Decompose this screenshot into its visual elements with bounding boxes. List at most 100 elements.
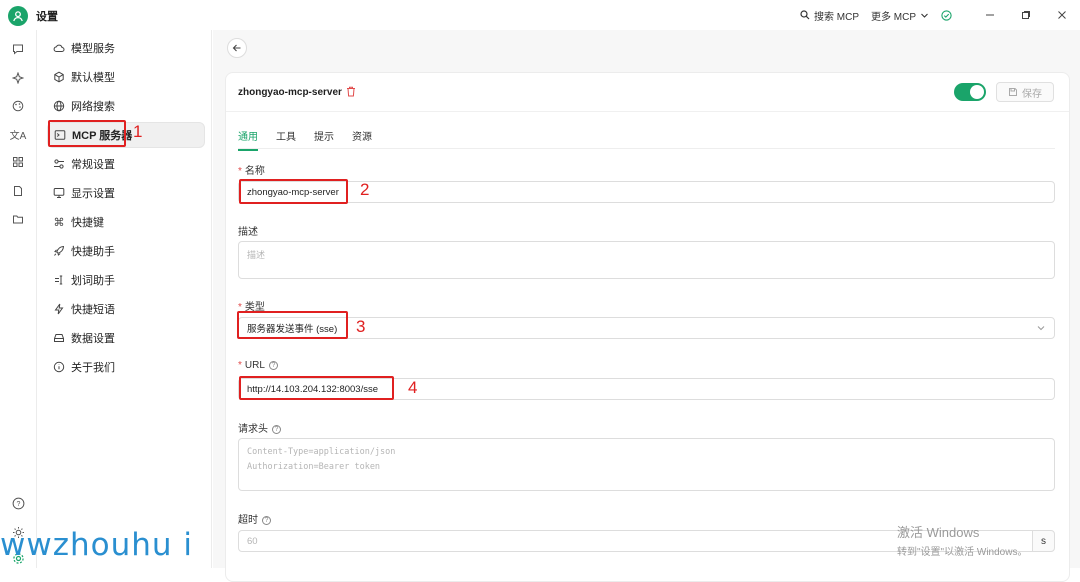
- file-icon[interactable]: [8, 181, 28, 201]
- sidebar-item-label: 常规设置: [71, 159, 115, 171]
- sidebar-item-label: MCP 服务器: [72, 130, 133, 142]
- maximize-button[interactable]: [1008, 0, 1044, 30]
- timeout-label-text: 超时: [238, 515, 258, 526]
- name-label-text: 名称: [244, 166, 265, 177]
- chevron-down-icon: [1037, 326, 1045, 331]
- tabs-divider: [238, 148, 1055, 149]
- url-input-value: http://14.103.204.132:8003/sse: [247, 383, 378, 395]
- windows-activation-notice: 激活 Windows 转到"设置"以激活 Windows。: [897, 522, 1027, 558]
- minimize-icon: [986, 14, 994, 16]
- search-mcp-label: 搜索 MCP: [814, 11, 859, 23]
- sidebar-item-label: 划词助手: [71, 275, 115, 287]
- restore-icon: [1022, 11, 1030, 19]
- sidebar-item-mcp-servers[interactable]: MCP 服务器: [47, 122, 205, 148]
- delete-server-icon[interactable]: [346, 86, 356, 100]
- activation-title: 激活 Windows: [897, 525, 980, 540]
- headers-label-text: 请求头: [238, 424, 268, 435]
- palette-icon[interactable]: [8, 96, 28, 116]
- terminal-icon: [54, 129, 66, 141]
- type-field-label: * 类型: [238, 298, 265, 313]
- select-text-icon: [53, 274, 65, 286]
- sidebar-item-label: 快捷助手: [71, 246, 115, 258]
- save-button[interactable]: 保存: [996, 82, 1054, 102]
- svg-text:?: ?: [16, 501, 20, 508]
- hard-drive-icon: [53, 332, 65, 344]
- cloud-icon: [53, 42, 65, 54]
- more-mcp-label: 更多 MCP: [871, 11, 916, 23]
- required-mark: *: [238, 302, 242, 313]
- folder-icon[interactable]: [8, 209, 28, 229]
- timeout-placeholder: 60: [247, 535, 258, 547]
- headers-textarea[interactable]: Content-Type=application/json Authorizat…: [238, 438, 1055, 491]
- sidebar-item-label: 网络搜索: [71, 101, 115, 113]
- sparkle-icon[interactable]: [8, 68, 28, 88]
- server-detail-card: zhongyao-mcp-server 保存 通用 工具 提示 资源 * 名称 z…: [225, 72, 1070, 582]
- monitor-icon: [53, 187, 65, 199]
- watermark-text: wwzhouhu i: [0, 527, 194, 563]
- help-icon[interactable]: ?: [262, 515, 271, 525]
- annotation-number: 1: [133, 122, 143, 141]
- url-input[interactable]: http://14.103.204.132:8003/sse: [238, 378, 1055, 400]
- sidebar-item-label: 快捷键: [71, 217, 104, 229]
- settings-sidebar: 模型服务 默认模型 网络搜索 MCP 服务器 常规设置 显示设置 ⌘ 快捷键 快…: [36, 30, 212, 568]
- more-mcp-button[interactable]: 更多 MCP: [865, 8, 935, 23]
- sidebar-item-quick-phrases[interactable]: 快捷短语: [47, 296, 205, 322]
- save-icon: [1009, 88, 1017, 96]
- sidebar-item-label: 关于我们: [71, 362, 115, 374]
- search-mcp-button[interactable]: 搜索 MCP: [794, 8, 865, 23]
- globe-icon: [53, 100, 65, 112]
- cube-icon: [53, 71, 65, 83]
- sidebar-item-display-settings[interactable]: 显示设置: [47, 180, 205, 206]
- sidebar-item-about[interactable]: 关于我们: [47, 354, 205, 380]
- rocket-icon: [53, 245, 65, 257]
- main-panel: zhongyao-mcp-server 保存 通用 工具 提示 资源 * 名称 z…: [213, 30, 1080, 582]
- sidebar-item-label: 默认模型: [71, 72, 115, 84]
- description-textarea[interactable]: 描述: [238, 241, 1055, 279]
- url-label-text: URL: [244, 360, 265, 371]
- sidebar-item-general-settings[interactable]: 常规设置: [47, 151, 205, 177]
- help-icon[interactable]: ?: [8, 493, 28, 513]
- close-button[interactable]: [1044, 0, 1080, 30]
- sidebar-item-web-search[interactable]: 网络搜索: [47, 93, 205, 119]
- annotation-number: 4: [408, 378, 418, 397]
- sidebar-item-shortcuts[interactable]: ⌘ 快捷键: [47, 209, 205, 235]
- required-mark: *: [238, 360, 242, 371]
- description-placeholder: 描述: [247, 250, 266, 260]
- info-icon: [53, 361, 65, 373]
- title-bar: 设置 搜索 MCP 更多 MCP: [0, 0, 1080, 30]
- command-icon: ⌘: [53, 216, 65, 229]
- timeout-field-label: 超时?: [238, 511, 271, 526]
- translate-icon[interactable]: 文A: [8, 124, 28, 144]
- status-check-button[interactable]: [935, 9, 958, 21]
- name-field-label: * 名称: [238, 162, 265, 177]
- sidebar-item-default-model[interactable]: 默认模型: [47, 64, 205, 90]
- apps-grid-icon[interactable]: [8, 152, 28, 172]
- server-name-title: zhongyao-mcp-server: [238, 87, 342, 98]
- user-avatar-icon[interactable]: [8, 6, 28, 26]
- sidebar-item-label: 显示设置: [71, 188, 115, 200]
- server-enabled-toggle[interactable]: [954, 83, 986, 101]
- minimize-button[interactable]: [972, 0, 1008, 30]
- type-label-text: 类型: [244, 302, 265, 313]
- required-mark: *: [238, 166, 242, 177]
- sidebar-item-quick-assistant[interactable]: 快捷助手: [47, 238, 205, 264]
- headers-placeholder-line: Content-Type=application/json: [247, 447, 396, 457]
- sidebar-item-data-settings[interactable]: 数据设置: [47, 325, 205, 351]
- back-button[interactable]: [227, 38, 247, 58]
- description-field-label: 描述: [238, 227, 258, 238]
- sidebar-item-label: 数据设置: [71, 333, 115, 345]
- zap-icon: [53, 303, 65, 315]
- headers-placeholder-line: Authorization=Bearer token: [247, 462, 381, 472]
- sidebar-item-model-service[interactable]: 模型服务: [47, 35, 205, 61]
- search-icon: [800, 10, 810, 20]
- annotation-number: 2: [360, 180, 370, 199]
- close-icon: [1058, 11, 1066, 19]
- chat-icon[interactable]: [8, 39, 28, 59]
- url-field-label: * URL?: [238, 360, 278, 371]
- type-select-value: 服务器发送事件 (sse): [247, 324, 338, 335]
- timeout-unit: s: [1032, 530, 1055, 552]
- sidebar-item-selection-assistant[interactable]: 划词助手: [47, 267, 205, 293]
- help-icon[interactable]: ?: [268, 360, 278, 370]
- help-icon[interactable]: ?: [272, 424, 281, 434]
- activation-subtitle: 转到"设置"以激活 Windows。: [897, 547, 1028, 558]
